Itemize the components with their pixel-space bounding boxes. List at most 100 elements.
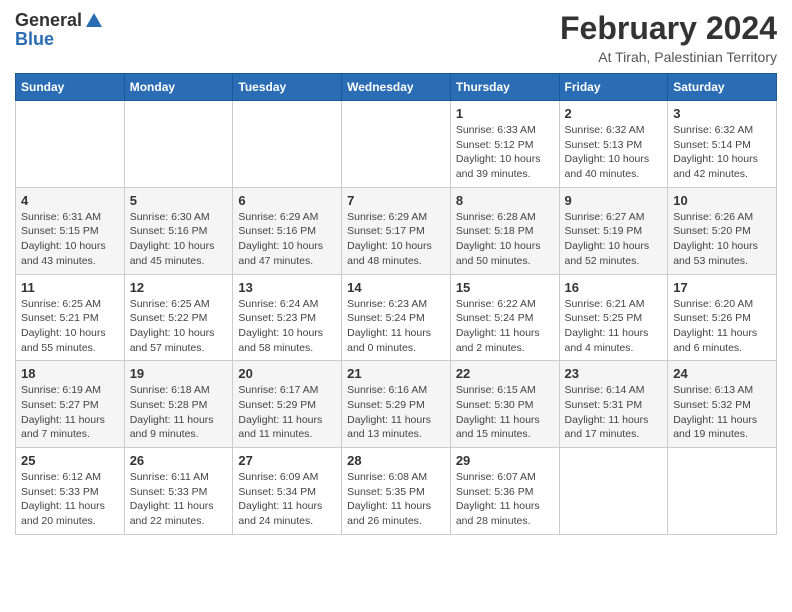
day-info: Sunrise: 6:28 AM Sunset: 5:18 PM Dayligh… (456, 210, 554, 269)
calendar-week-row: 11 Sunrise: 6:25 AM Sunset: 5:21 PM Dayli… (16, 274, 777, 361)
calendar-cell: 4 Sunrise: 6:31 AM Sunset: 5:15 PM Daylig… (16, 187, 125, 274)
day-number: 11 (21, 280, 119, 295)
day-info: Sunrise: 6:30 AM Sunset: 5:16 PM Dayligh… (130, 210, 228, 269)
day-number: 17 (673, 280, 771, 295)
subtitle: At Tirah, Palestinian Territory (560, 49, 777, 65)
day-number: 12 (130, 280, 228, 295)
calendar-cell: 6Sunrise: 6:29 AM Sunset: 5:16 PM Daylig… (233, 187, 342, 274)
day-info: Sunrise: 6:20 AM Sunset: 5:26 PM Dayligh… (673, 297, 771, 356)
calendar-cell: 12 Sunrise: 6:25 AM Sunset: 5:22 PM Dayli… (124, 274, 233, 361)
day-number: 18 (21, 366, 119, 381)
day-info: Sunrise: 6:15 AM Sunset: 5:30 PM Dayligh… (456, 383, 554, 442)
calendar-cell: 21Sunrise: 6:16 AM Sunset: 5:29 PM Dayli… (342, 361, 451, 448)
day-info: Sunrise: 6:21 AM Sunset: 5:25 PM Dayligh… (565, 297, 663, 356)
calendar-cell (16, 101, 125, 188)
day-number: 10 (673, 193, 771, 208)
day-info: Sunrise: 6:26 AM Sunset: 5:20 PM Dayligh… (673, 210, 771, 269)
day-number: 8 (456, 193, 554, 208)
calendar-cell: 28Sunrise: 6:08 AM Sunset: 5:35 PM Dayli… (342, 448, 451, 535)
logo-general-text: General (15, 10, 82, 31)
day-info: Sunrise: 6:24 AM Sunset: 5:23 PM Dayligh… (238, 297, 336, 356)
logo-blue-text: Blue (15, 29, 54, 50)
calendar-header-row: SundayMondayTuesdayWednesdayThursdayFrid… (16, 74, 777, 101)
calendar-cell: 26 Sunrise: 6:11 AM Sunset: 5:33 PM Dayli… (124, 448, 233, 535)
calendar-cell: 22 Sunrise: 6:15 AM Sunset: 5:30 PM Dayli… (450, 361, 559, 448)
day-number: 9 (565, 193, 663, 208)
day-info: Sunrise: 6:18 AM Sunset: 5:28 PM Dayligh… (130, 383, 228, 442)
day-number: 23 (565, 366, 663, 381)
day-number: 13 (238, 280, 336, 295)
calendar-week-row: 4 Sunrise: 6:31 AM Sunset: 5:15 PM Daylig… (16, 187, 777, 274)
day-header-friday: Friday (559, 74, 668, 101)
calendar-cell: 14 Sunrise: 6:23 AM Sunset: 5:24 PM Dayli… (342, 274, 451, 361)
day-info: Sunrise: 6:08 AM Sunset: 5:35 PM Dayligh… (347, 470, 445, 529)
calendar-cell: 10 Sunrise: 6:26 AM Sunset: 5:20 PM Dayli… (668, 187, 777, 274)
day-info: Sunrise: 6:33 AM Sunset: 5:12 PM Dayligh… (456, 123, 554, 182)
header: General Blue February 2024 At Tirah, Pal… (15, 10, 777, 65)
calendar-cell: 1 Sunrise: 6:33 AM Sunset: 5:12 PM Daylig… (450, 101, 559, 188)
calendar-cell: 19Sunrise: 6:18 AM Sunset: 5:28 PM Dayli… (124, 361, 233, 448)
title-area: February 2024 At Tirah, Palestinian Terr… (560, 10, 777, 65)
calendar-cell (124, 101, 233, 188)
calendar-cell: 27 Sunrise: 6:09 AM Sunset: 5:34 PM Dayli… (233, 448, 342, 535)
day-number: 5 (130, 193, 228, 208)
day-info: Sunrise: 6:23 AM Sunset: 5:24 PM Dayligh… (347, 297, 445, 356)
day-number: 3 (673, 106, 771, 121)
day-info: Sunrise: 6:09 AM Sunset: 5:34 PM Dayligh… (238, 470, 336, 529)
logo-icon (84, 11, 104, 31)
calendar-cell: 13 Sunrise: 6:24 AM Sunset: 5:23 PM Dayli… (233, 274, 342, 361)
day-number: 21 (347, 366, 445, 381)
day-number: 24 (673, 366, 771, 381)
day-info: Sunrise: 6:31 AM Sunset: 5:15 PM Dayligh… (21, 210, 119, 269)
day-header-thursday: Thursday (450, 74, 559, 101)
day-number: 16 (565, 280, 663, 295)
calendar-cell: 23 Sunrise: 6:14 AM Sunset: 5:31 PM Dayli… (559, 361, 668, 448)
calendar-cell (668, 448, 777, 535)
calendar-cell: 11 Sunrise: 6:25 AM Sunset: 5:21 PM Dayli… (16, 274, 125, 361)
calendar-cell: 29Sunrise: 6:07 AM Sunset: 5:36 PM Dayli… (450, 448, 559, 535)
calendar-cell: 18Sunrise: 6:19 AM Sunset: 5:27 PM Dayli… (16, 361, 125, 448)
day-number: 14 (347, 280, 445, 295)
day-info: Sunrise: 6:22 AM Sunset: 5:24 PM Dayligh… (456, 297, 554, 356)
day-number: 26 (130, 453, 228, 468)
calendar-cell: 16 Sunrise: 6:21 AM Sunset: 5:25 PM Dayli… (559, 274, 668, 361)
day-info: Sunrise: 6:12 AM Sunset: 5:33 PM Dayligh… (21, 470, 119, 529)
day-info: Sunrise: 6:32 AM Sunset: 5:14 PM Dayligh… (673, 123, 771, 182)
day-info: Sunrise: 6:29 AM Sunset: 5:16 PM Dayligh… (238, 210, 336, 269)
day-number: 22 (456, 366, 554, 381)
calendar-cell: 7 Sunrise: 6:29 AM Sunset: 5:17 PM Daylig… (342, 187, 451, 274)
day-info: Sunrise: 6:25 AM Sunset: 5:22 PM Dayligh… (130, 297, 228, 356)
day-info: Sunrise: 6:25 AM Sunset: 5:21 PM Dayligh… (21, 297, 119, 356)
day-info: Sunrise: 6:27 AM Sunset: 5:19 PM Dayligh… (565, 210, 663, 269)
main-title: February 2024 (560, 10, 777, 47)
day-info: Sunrise: 6:32 AM Sunset: 5:13 PM Dayligh… (565, 123, 663, 182)
day-number: 2 (565, 106, 663, 121)
calendar-cell: 9 Sunrise: 6:27 AM Sunset: 5:19 PM Daylig… (559, 187, 668, 274)
day-header-tuesday: Tuesday (233, 74, 342, 101)
calendar-cell: 2 Sunrise: 6:32 AM Sunset: 5:13 PM Daylig… (559, 101, 668, 188)
day-info: Sunrise: 6:29 AM Sunset: 5:17 PM Dayligh… (347, 210, 445, 269)
logo: General Blue (15, 10, 104, 50)
day-header-saturday: Saturday (668, 74, 777, 101)
calendar-cell: 5 Sunrise: 6:30 AM Sunset: 5:16 PM Daylig… (124, 187, 233, 274)
day-info: Sunrise: 6:11 AM Sunset: 5:33 PM Dayligh… (130, 470, 228, 529)
day-header-monday: Monday (124, 74, 233, 101)
day-number: 27 (238, 453, 336, 468)
calendar-cell: 15 Sunrise: 6:22 AM Sunset: 5:24 PM Dayli… (450, 274, 559, 361)
day-header-sunday: Sunday (16, 74, 125, 101)
calendar-week-row: 1 Sunrise: 6:33 AM Sunset: 5:12 PM Daylig… (16, 101, 777, 188)
day-info: Sunrise: 6:07 AM Sunset: 5:36 PM Dayligh… (456, 470, 554, 529)
day-number: 1 (456, 106, 554, 121)
calendar-body: 1 Sunrise: 6:33 AM Sunset: 5:12 PM Daylig… (16, 101, 777, 535)
calendar-week-row: 18Sunrise: 6:19 AM Sunset: 5:27 PM Dayli… (16, 361, 777, 448)
calendar-cell: 3 Sunrise: 6:32 AM Sunset: 5:14 PM Daylig… (668, 101, 777, 188)
calendar-cell: 25Sunrise: 6:12 AM Sunset: 5:33 PM Dayli… (16, 448, 125, 535)
day-number: 7 (347, 193, 445, 208)
calendar-cell (342, 101, 451, 188)
day-info: Sunrise: 6:13 AM Sunset: 5:32 PM Dayligh… (673, 383, 771, 442)
calendar-week-row: 25Sunrise: 6:12 AM Sunset: 5:33 PM Dayli… (16, 448, 777, 535)
day-number: 4 (21, 193, 119, 208)
day-number: 15 (456, 280, 554, 295)
day-info: Sunrise: 6:14 AM Sunset: 5:31 PM Dayligh… (565, 383, 663, 442)
calendar-cell (559, 448, 668, 535)
